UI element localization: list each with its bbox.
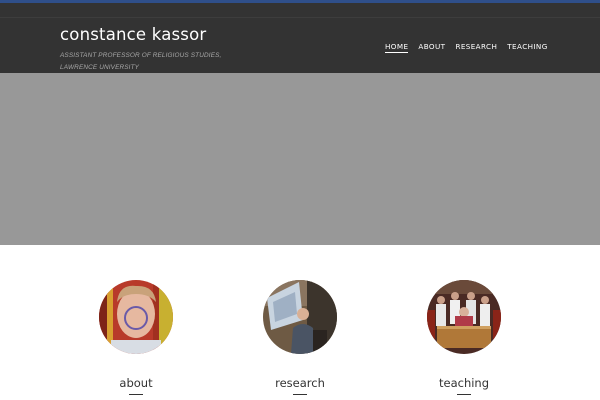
about-label[interactable]: about [69,376,203,390]
about-underline [129,394,143,395]
nav-item-teaching[interactable]: TEACHING [507,41,547,53]
header-divider [0,17,600,18]
nav-item-about[interactable]: ABOUT [418,41,445,53]
about-photo[interactable] [99,280,173,354]
research-photo[interactable] [263,280,337,354]
page: constance kassor ASSISTANT PROFESSOR OF … [0,0,600,400]
site-title[interactable]: constance kassor [60,25,206,44]
research-underline [293,394,307,395]
feature-teaching: teaching [427,280,501,395]
nav-item-research[interactable]: RESEARCH [455,41,497,53]
feature-about: about [99,280,173,395]
main-nav: HOME ABOUT RESEARCH TEACHING [385,41,548,53]
teaching-label[interactable]: teaching [397,376,531,390]
research-label[interactable]: research [233,376,367,390]
site-header: constance kassor ASSISTANT PROFESSOR OF … [0,3,600,73]
nav-item-home[interactable]: HOME [385,41,409,53]
teaching-underline [457,394,471,395]
feature-research: research [263,280,337,395]
hero-banner [0,73,600,245]
teaching-photo[interactable] [427,280,501,354]
site-tagline: ASSISTANT PROFESSOR OF RELIGIOUS STUDIES… [60,52,222,71]
